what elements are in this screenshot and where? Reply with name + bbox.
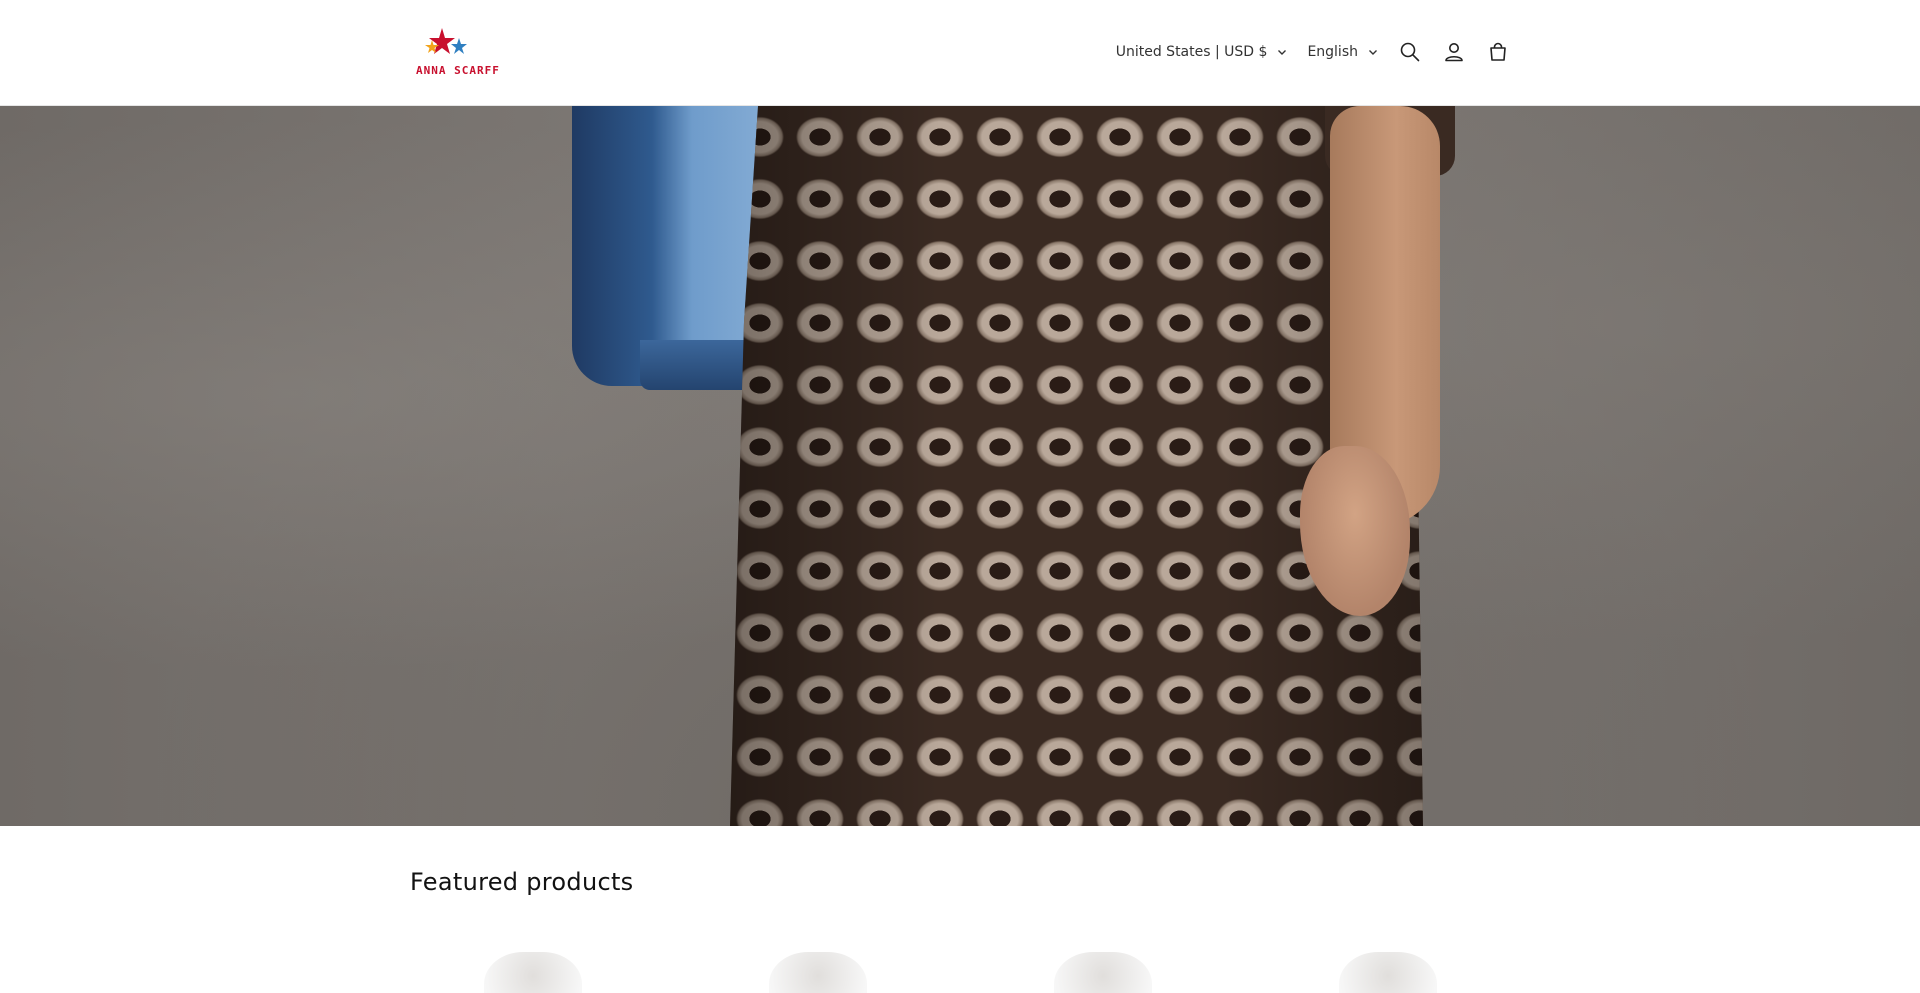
cart-icon <box>1490 42 1506 61</box>
cart-button[interactable] <box>1476 30 1520 74</box>
header-actions: United States | USD $ English <box>1106 26 1520 78</box>
account-icon <box>1445 43 1463 62</box>
chevron-down-icon <box>1369 50 1377 55</box>
product-card[interactable] <box>410 940 655 993</box>
store-logo[interactable]: ANNA SCARFF <box>410 24 500 80</box>
hero-banner <box>0 106 1920 826</box>
product-image[interactable] <box>1053 952 1152 993</box>
product-image[interactable] <box>768 952 867 993</box>
country-selector-label: United States | USD $ <box>1115 44 1268 60</box>
featured-products-heading: Featured products <box>410 868 634 896</box>
search-button[interactable] <box>1388 30 1432 74</box>
product-card[interactable] <box>980 940 1225 993</box>
search-icon <box>1400 42 1420 62</box>
logo-stars-icon <box>425 28 467 54</box>
product-card[interactable] <box>1265 940 1510 993</box>
country-selector[interactable]: United States | USD $ <box>1106 32 1298 72</box>
product-card[interactable] <box>695 940 940 993</box>
account-button[interactable] <box>1432 30 1476 74</box>
language-selector-label: English <box>1307 44 1358 60</box>
featured-products-grid <box>410 940 1510 993</box>
product-image[interactable] <box>483 952 582 993</box>
logo-text: ANNA SCARFF <box>416 64 500 77</box>
language-selector[interactable]: English <box>1297 32 1388 72</box>
chevron-down-icon <box>1278 50 1287 55</box>
product-image[interactable] <box>1338 952 1437 993</box>
site-header: ANNA SCARFF United States | USD $ Englis… <box>0 0 1920 106</box>
